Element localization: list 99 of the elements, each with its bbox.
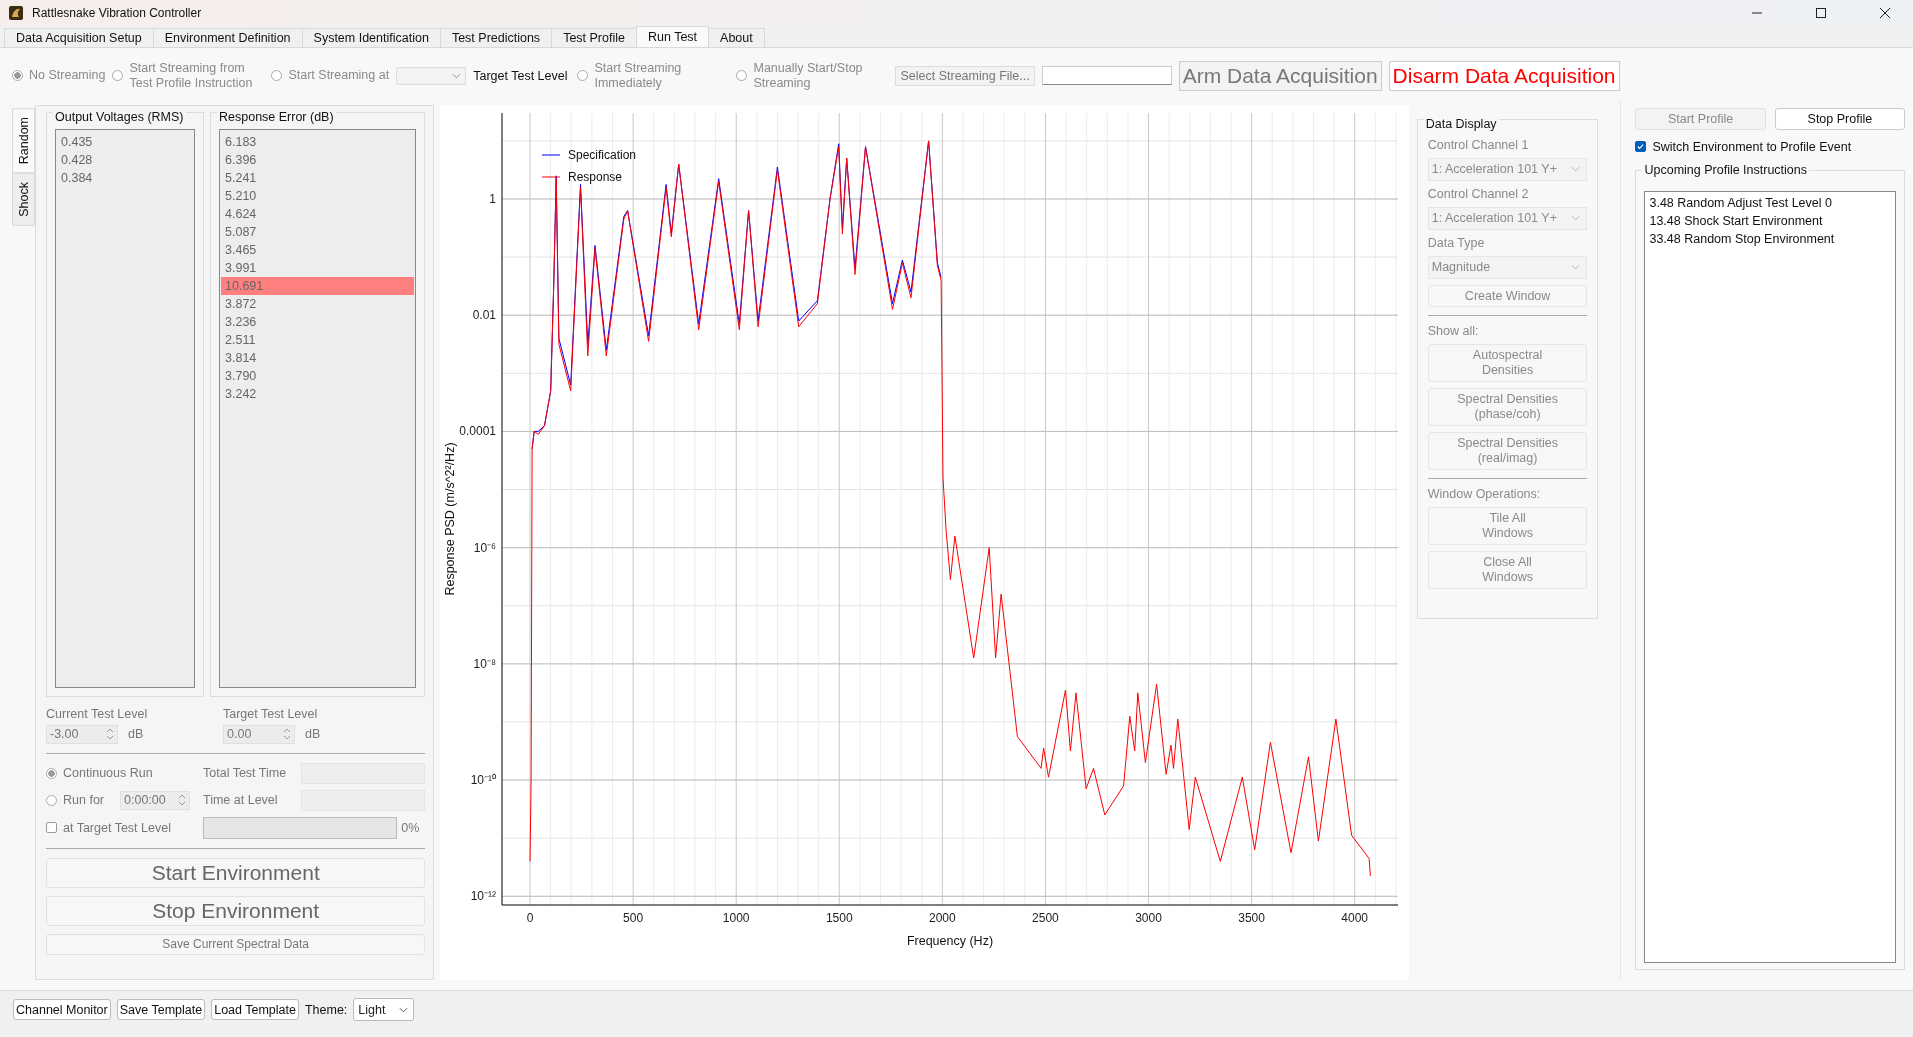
list-item: 5.210 bbox=[224, 187, 258, 205]
environment-tab[interactable]: Random bbox=[12, 107, 35, 174]
radio-label: Run for bbox=[63, 793, 104, 808]
radio-label: Manually Start/Stop Streaming bbox=[753, 60, 864, 91]
tab[interactable]: System Identification bbox=[301, 28, 441, 47]
radio-label: Continuous Run bbox=[63, 766, 153, 781]
start-environment-button[interactable]: Start Environment bbox=[46, 857, 426, 888]
list-item: 3.242 bbox=[224, 385, 258, 403]
radio-label: No Streaming bbox=[29, 68, 106, 84]
legend-label: Specification bbox=[568, 147, 637, 162]
duration-spin-box[interactable]: 0:00:00 bbox=[120, 790, 190, 810]
tick-label: 500 bbox=[623, 910, 644, 925]
group-title: Response Error (dB) bbox=[217, 109, 336, 124]
list-item: 3.48 Random Adjust Test Level 0 bbox=[1649, 194, 1833, 212]
list-item: 3.465 bbox=[224, 241, 258, 259]
theme-label: Theme: bbox=[304, 1002, 348, 1017]
list-item: 33.48 Random Stop Environment bbox=[1649, 230, 1836, 248]
tick-label: 10⁻⁶ bbox=[474, 540, 497, 555]
radio-button[interactable] bbox=[46, 794, 57, 806]
tab[interactable]: Data Acquisition Setup bbox=[4, 28, 154, 47]
maximize-icon[interactable] bbox=[1815, 7, 1827, 20]
window-title: Rattlesnake Vibration Controller bbox=[32, 6, 202, 21]
tick-label: 10⁻¹² bbox=[471, 889, 497, 904]
axis-title: Frequency (Hz) bbox=[907, 933, 994, 948]
list-item: 3.236 bbox=[224, 313, 258, 331]
level-label: Current Test Level bbox=[46, 706, 149, 721]
list-item: 5.241 bbox=[224, 169, 258, 187]
list-item: 6.396 bbox=[224, 151, 258, 169]
list-item: 4.624 bbox=[224, 205, 258, 223]
field-label: Control Channel 1 bbox=[1427, 137, 1530, 152]
file-path-field[interactable] bbox=[1041, 66, 1172, 86]
stop-environment-button[interactable]: Stop Environment bbox=[46, 895, 426, 926]
legend-label: Response bbox=[568, 169, 623, 184]
level-label: Target Test Level bbox=[223, 706, 319, 721]
list-item: 3.872 bbox=[224, 295, 258, 313]
tick-label: 10⁻⁸ bbox=[473, 656, 497, 671]
tick-label: 4000 bbox=[1341, 910, 1369, 925]
caret-icon bbox=[1571, 166, 1581, 173]
environment-tab[interactable]: Shock bbox=[12, 173, 35, 226]
caret-icon bbox=[1571, 264, 1581, 271]
list-item: 0.428 bbox=[60, 151, 94, 169]
spin-box[interactable]: -3.00 bbox=[46, 724, 118, 744]
group-title: Upcoming Profile Instructions bbox=[1642, 162, 1810, 177]
list-item: 13.48 Shock Start Environment bbox=[1649, 212, 1824, 230]
tick-label: 2500 bbox=[1032, 910, 1060, 925]
radio-label: Start Streaming Immediately bbox=[594, 60, 683, 91]
tab[interactable]: About bbox=[708, 28, 765, 47]
tick-label: 0 bbox=[527, 910, 534, 925]
list-item: 0.384 bbox=[60, 169, 94, 187]
stop-profile-button[interactable]: Stop Profile bbox=[1774, 107, 1905, 130]
tick-label: 1000 bbox=[723, 910, 750, 925]
checkbox[interactable] bbox=[46, 822, 57, 834]
tick-label: 0.01 bbox=[473, 308, 497, 323]
list-item: 10.691 bbox=[221, 276, 415, 295]
toolbar-button[interactable]: Channel Monitor bbox=[13, 999, 111, 1021]
caret-icon bbox=[399, 1006, 409, 1013]
level-label: Target Test Level bbox=[473, 68, 568, 83]
radio-label: Start Streaming at bbox=[288, 68, 390, 84]
caret-icon bbox=[452, 72, 462, 79]
tick-label: 1500 bbox=[826, 910, 853, 925]
time-label: Time at Level bbox=[203, 793, 279, 808]
section-label: Window Operations: bbox=[1427, 486, 1542, 501]
unit-label: dB bbox=[305, 727, 321, 742]
group-title: Output Voltages (RMS) bbox=[53, 109, 186, 124]
checkbox-label: at Target Test Level bbox=[63, 820, 171, 835]
radio-label: Start Streaming from Test Profile Instruction bbox=[129, 60, 254, 91]
spin-box[interactable]: 0.00 bbox=[223, 724, 295, 744]
tick-label: 10⁻¹⁰ bbox=[471, 772, 497, 787]
checkbox-label: Switch Environment to Profile Event bbox=[1652, 139, 1852, 154]
list-item: 3.814 bbox=[224, 349, 258, 367]
progress-reading: 0% bbox=[401, 820, 420, 835]
group-title: Data Display bbox=[1423, 116, 1499, 131]
axis-title: Response PSD (m/s^2²/Hz) bbox=[443, 442, 458, 596]
unit-label: dB bbox=[128, 727, 144, 742]
toolbar-button[interactable]: Save Template bbox=[116, 999, 206, 1021]
tab[interactable]: Run Test bbox=[635, 26, 710, 47]
toolbar-button[interactable]: Load Template bbox=[211, 999, 299, 1021]
close-icon[interactable] bbox=[1879, 7, 1891, 20]
time-label: Total Test Time bbox=[203, 766, 288, 781]
list-item: 3.790 bbox=[224, 367, 258, 385]
tick-label: 3000 bbox=[1135, 910, 1163, 925]
tick-label: 0.0001 bbox=[459, 424, 497, 439]
save-spectral-data-button[interactable]: Save Current Spectral Data bbox=[46, 933, 426, 955]
list-item: 5.087 bbox=[224, 223, 258, 241]
tick-label: 2000 bbox=[929, 910, 957, 925]
section-label: Show all: bbox=[1427, 323, 1480, 338]
list-item: 3.991 bbox=[224, 259, 258, 277]
checkbox[interactable] bbox=[1635, 141, 1647, 153]
app-icon bbox=[8, 5, 24, 22]
field-label: Data Type bbox=[1427, 235, 1486, 250]
tick-label: 1 bbox=[489, 191, 497, 206]
field-label: Control Channel 2 bbox=[1427, 186, 1530, 201]
list-item: 2.511 bbox=[224, 331, 257, 349]
theme-dropdown[interactable]: Light bbox=[353, 998, 415, 1022]
caret-icon bbox=[1571, 215, 1581, 222]
tick-label: 3500 bbox=[1238, 910, 1266, 925]
list-item: 0.435 bbox=[60, 133, 94, 151]
radio-button[interactable] bbox=[46, 767, 57, 779]
list-item: 6.183 bbox=[224, 133, 258, 151]
